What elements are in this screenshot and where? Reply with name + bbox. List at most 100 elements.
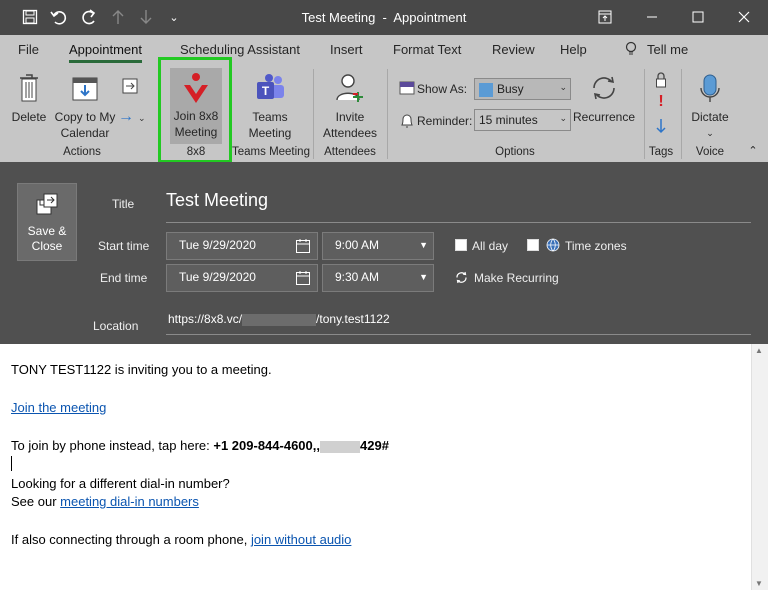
start-time-label: Start time: [98, 239, 150, 253]
dictate-label: Dictate: [691, 110, 729, 124]
calendar-forward-icon[interactable]: [120, 77, 140, 99]
undo-icon[interactable]: [48, 7, 70, 27]
all-day-label: All day: [472, 239, 509, 253]
reminder-label: Reminder:: [417, 114, 473, 128]
tab-help[interactable]: Help: [560, 42, 587, 57]
join-label-line1: Join 8x8: [173, 109, 219, 123]
show-as-label: Show As:: [417, 82, 468, 96]
calendar-copy-icon: [52, 69, 118, 107]
attendees-group-label: Attendees: [324, 146, 376, 158]
teams-label-line2: Meeting: [248, 126, 292, 140]
show-as-icon: [398, 80, 416, 100]
scroll-up-arrow-icon[interactable]: ▲: [755, 346, 763, 355]
show-as-select[interactable]: Busy ⌄: [474, 78, 571, 100]
group-separator: [644, 69, 645, 159]
join-label-line2: Meeting: [174, 125, 218, 139]
tab-format-text[interactable]: Format Text: [393, 42, 461, 57]
redacted-block: [242, 313, 317, 326]
text-cursor: [11, 456, 12, 471]
svg-text:T: T: [262, 84, 270, 98]
end-date-value: Tue 9/29/2020: [179, 270, 256, 284]
join-without-audio-link[interactable]: join without audio: [251, 532, 351, 547]
title-input[interactable]: Test Meeting: [166, 190, 268, 211]
location-underline: [166, 334, 751, 335]
phone-suffix[interactable]: 429#: [360, 438, 389, 453]
teams-meeting-button[interactable]: T Teams Meeting: [242, 69, 298, 141]
redo-icon[interactable]: [78, 7, 100, 27]
calendar-icon[interactable]: [295, 270, 311, 286]
end-date-field[interactable]: Tue 9/29/2020: [166, 264, 318, 292]
teams-icon: T: [242, 69, 298, 107]
location-prefix: https://8x8.vc/: [168, 312, 243, 326]
start-time-select[interactable]: 9:00 AM ▼: [322, 232, 434, 260]
recurrence-label: Recurrence: [572, 110, 636, 124]
arrow-down-icon[interactable]: [136, 7, 156, 27]
tags-group-label: Tags: [648, 146, 674, 158]
save-close-line2: Close: [31, 239, 63, 253]
join-meeting-link[interactable]: Join the meeting: [11, 400, 106, 415]
invite-attendees-button[interactable]: Invite Attendees: [320, 69, 380, 141]
reminder-select[interactable]: 15 minutes ⌄: [474, 109, 571, 131]
chevron-down-icon: ⌄: [138, 113, 146, 123]
reminder-value: 15 minutes: [479, 113, 538, 127]
body-scrollbar[interactable]: ▲ ▼: [751, 344, 768, 590]
message-body[interactable]: TONY TEST1122 is inviting you to a meeti…: [0, 344, 768, 590]
customize-qat-icon[interactable]: ⌄: [166, 7, 182, 27]
recurrence-icon: [572, 69, 636, 107]
location-suffix: /tony.test1122: [316, 312, 390, 326]
teams-group-label: Teams Meeting: [232, 146, 310, 158]
maximize-icon[interactable]: [676, 5, 720, 29]
minimize-icon[interactable]: [630, 5, 674, 29]
chevron-down-icon: ⌄: [559, 82, 567, 92]
join-8x8-meeting-button[interactable]: Join 8x8 Meeting: [170, 68, 222, 144]
join-link-line: Join the meeting: [11, 400, 106, 415]
group-separator: [159, 69, 160, 159]
recurrence-button[interactable]: Recurrence: [572, 69, 636, 125]
dictate-button[interactable]: Dictate ⌄: [688, 69, 732, 141]
forward-dropdown-button[interactable]: → ⌄: [118, 109, 154, 126]
all-day-checkbox[interactable]: [455, 239, 467, 251]
private-lock-icon[interactable]: [653, 72, 669, 92]
end-time-select[interactable]: 9:30 AM ▼: [322, 264, 434, 292]
invite-label-line1: Invite: [335, 110, 365, 124]
time-zones-label[interactable]: Time zones: [565, 239, 627, 253]
teams-label-line1: Teams: [252, 110, 288, 124]
scroll-down-arrow-icon[interactable]: ▼: [755, 579, 763, 588]
high-importance-icon[interactable]: !: [655, 94, 667, 110]
tab-appointment[interactable]: Appointment: [69, 42, 142, 63]
start-date-field[interactable]: Tue 9/29/2020: [166, 232, 318, 260]
collapse-ribbon-icon[interactable]: ⌃: [746, 143, 760, 159]
make-recurring-link[interactable]: Make Recurring: [474, 271, 559, 285]
restore-ribbon-icon[interactable]: [583, 5, 627, 29]
low-importance-icon[interactable]: [653, 118, 669, 138]
tell-me-search[interactable]: Tell me: [625, 41, 688, 57]
show-as-value: Busy: [497, 82, 524, 96]
time-zones-checkbox[interactable]: [527, 239, 539, 251]
calendar-icon[interactable]: [295, 238, 311, 254]
options-group-label: Options: [495, 146, 535, 158]
invite-label-line2: Attendees: [322, 126, 378, 140]
phone-line: To join by phone instead, tap here: +1 2…: [11, 438, 389, 453]
tab-scheduling-assistant[interactable]: Scheduling Assistant: [180, 42, 300, 57]
actions-group-label: Actions: [63, 146, 101, 158]
copy-to-my-calendar-button[interactable]: Copy to My Calendar: [52, 69, 118, 141]
tab-file[interactable]: File: [18, 42, 39, 57]
save-icon[interactable]: [20, 7, 40, 27]
close-icon[interactable]: [722, 5, 766, 29]
busy-color-swatch: [479, 82, 493, 97]
save-and-close-button[interactable]: Save & Close: [17, 183, 77, 261]
location-input[interactable]: https://8x8.vc/ /tony.test1122: [168, 312, 390, 326]
ribbon: Delete Copy to My Calendar → ⌄ Actions Jo…: [0, 63, 768, 162]
tab-review[interactable]: Review: [492, 42, 535, 57]
group-separator: [681, 69, 682, 159]
chevron-down-icon: ▼: [419, 240, 428, 250]
arrow-up-icon[interactable]: [108, 7, 128, 27]
window-title-separator: -: [382, 10, 387, 25]
delete-button[interactable]: Delete: [9, 69, 49, 125]
redacted-block: [320, 440, 360, 453]
tab-insert[interactable]: Insert: [330, 42, 363, 57]
phone-number[interactable]: +1 209-844-4600,,: [213, 438, 320, 453]
dialin-numbers-link[interactable]: meeting dial-in numbers: [60, 494, 199, 509]
start-date-value: Tue 9/29/2020: [179, 238, 256, 252]
microphone-icon: [688, 69, 732, 107]
